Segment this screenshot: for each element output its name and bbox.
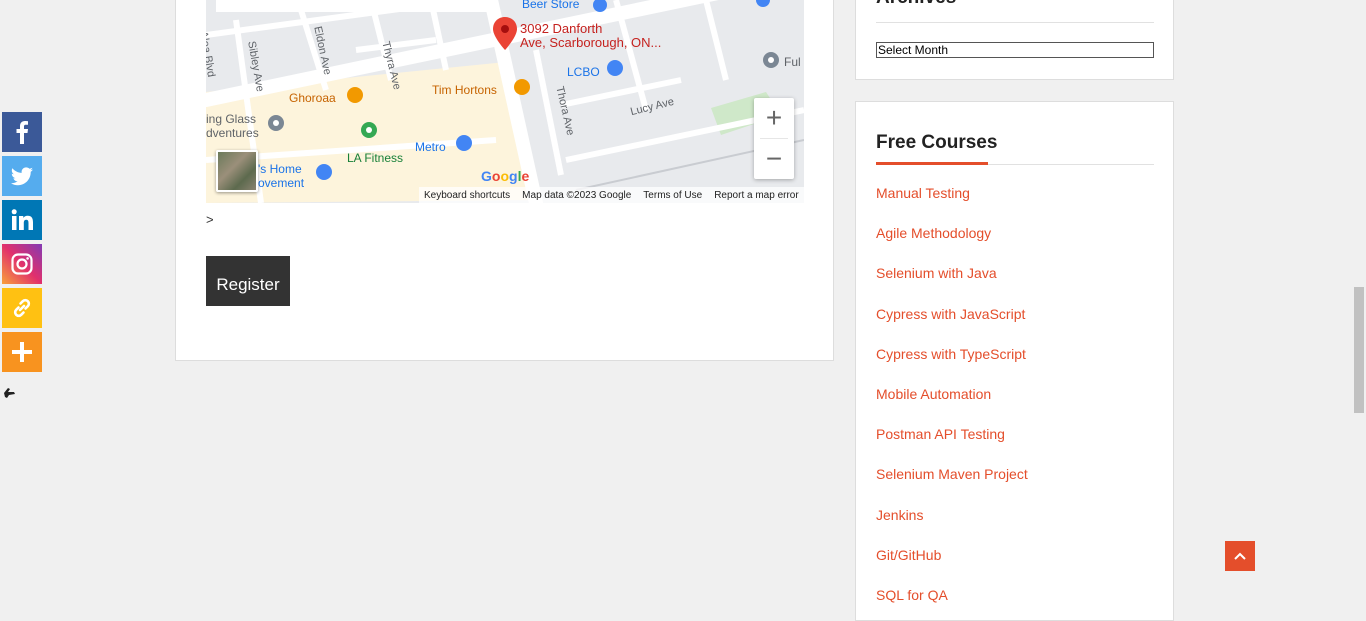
map-poi-metro[interactable]: Metro: [415, 140, 446, 154]
course-link-cypress-javascript[interactable]: Cypress with JavaScript: [876, 306, 1025, 322]
archives-title: Archives: [876, 0, 956, 9]
facebook-icon: [16, 121, 28, 144]
satellite-view-toggle[interactable]: [216, 150, 258, 192]
map-poi-ful[interactable]: Ful: [784, 55, 801, 69]
more-share-button[interactable]: [2, 332, 42, 372]
google-map[interactable]: 3092 Danforth Ave, Scarborough, ON... Be…: [206, 0, 804, 203]
keyboard-shortcuts-link[interactable]: Keyboard shortcuts: [424, 190, 510, 201]
google-logo: Google: [481, 168, 530, 184]
course-link-jenkins[interactable]: Jenkins: [876, 507, 923, 523]
terms-of-use-link[interactable]: Terms of Use: [643, 190, 702, 201]
course-link-selenium-java[interactable]: Selenium with Java: [876, 265, 997, 281]
free-courses-widget: Free Courses Manual Testing Agile Method…: [855, 101, 1174, 621]
stray-text: >: [206, 212, 214, 227]
linkedin-icon: [11, 209, 33, 230]
facebook-share-button[interactable]: [2, 112, 42, 152]
free-courses-title: Free Courses: [876, 132, 998, 153]
map-poi-living-glass[interactable]: ing Glass: [206, 112, 256, 126]
plus-icon: [12, 342, 32, 362]
free-courses-title-accent: [876, 162, 988, 165]
page-scrollbar[interactable]: [1352, 0, 1366, 606]
instagram-share-button[interactable]: [2, 244, 42, 284]
twitter-icon: [11, 167, 33, 186]
twitter-share-button[interactable]: [2, 156, 42, 196]
link-icon: [13, 298, 31, 318]
hand-icon: [4, 388, 15, 398]
map-data-credit: Map data ©2023 Google: [522, 189, 632, 201]
course-link-selenium-maven[interactable]: Selenium Maven Project: [876, 466, 1028, 482]
map-poi-improvement[interactable]: ovement: [258, 176, 304, 190]
archives-month-select[interactable]: Select Month: [876, 42, 1154, 58]
archives-widget: Archives Select Month: [855, 0, 1174, 80]
linkedin-share-button[interactable]: [2, 200, 42, 240]
map-pin-address-line1: 3092 Danforth: [520, 21, 603, 36]
map-poi-la-fitness[interactable]: LA Fitness: [347, 151, 403, 165]
course-link-agile-methodology[interactable]: Agile Methodology: [876, 225, 991, 241]
course-link-postman-api[interactable]: Postman API Testing: [876, 426, 1005, 442]
map-footer: Keyboard shortcuts Map data ©2023 Google…: [419, 187, 804, 203]
course-link-manual-testing[interactable]: Manual Testing: [876, 185, 970, 201]
instagram-icon: [11, 253, 33, 275]
hide-share-bar-toggle[interactable]: [3, 384, 17, 400]
map-pin-address-line2: Ave, Scarborough, ON...: [520, 35, 662, 50]
map-poi-beer-store[interactable]: Beer Store: [522, 0, 579, 11]
zoom-in-button[interactable]: +: [754, 98, 794, 138]
course-link-sql-for-qa[interactable]: SQL for QA: [876, 587, 948, 603]
map-zoom-controls: + −: [754, 98, 794, 179]
copy-link-share-button[interactable]: [2, 288, 42, 328]
chevron-up-icon: [1234, 552, 1246, 560]
social-share-bar: [2, 112, 42, 376]
zoom-out-button[interactable]: −: [754, 139, 794, 179]
course-link-cypress-typescript[interactable]: Cypress with TypeScript: [876, 346, 1026, 362]
report-map-error-link[interactable]: Report a map error: [714, 190, 798, 201]
course-link-mobile-automation[interactable]: Mobile Automation: [876, 386, 991, 402]
scrollbar-thumb[interactable]: [1354, 287, 1364, 413]
register-button[interactable]: Register: [206, 256, 290, 306]
map-poi-tim-hortons[interactable]: Tim Hortons: [432, 83, 497, 97]
back-to-top-button[interactable]: [1225, 541, 1255, 571]
map-poi-lcbo[interactable]: LCBO: [567, 65, 600, 79]
map-poi-home[interactable]: 's Home: [258, 162, 302, 176]
course-link-git-github[interactable]: Git/GitHub: [876, 547, 941, 563]
map-poi-adventures[interactable]: dventures: [206, 126, 259, 140]
map-poi-ghoroaa[interactable]: Ghoroaa: [289, 91, 336, 105]
archives-title-divider: [876, 22, 1154, 23]
